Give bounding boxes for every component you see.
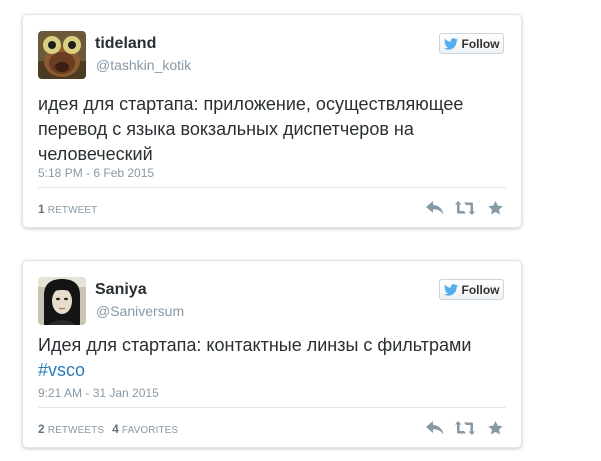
favorite-count: 4 — [112, 422, 119, 436]
favorite-icon[interactable] — [485, 420, 505, 436]
retweet-stat-label: RETWEETS — [47, 425, 105, 436]
retweet-count: 1 — [38, 202, 45, 216]
avatar[interactable] — [38, 277, 86, 325]
tweet-text: идея для стартапа: приложение, осуществл… — [38, 92, 503, 167]
favorite-stat-label: FAVORITES — [121, 425, 179, 436]
timestamp[interactable]: 9:21 AM - 31 Jan 2015 — [38, 386, 159, 400]
follow-button[interactable]: Follow — [439, 279, 504, 300]
tweet-stats: 1 RETWEET — [38, 202, 97, 216]
favorite-icon[interactable] — [485, 200, 505, 216]
twitter-bird-icon — [443, 283, 458, 296]
tweet-text: Идея для стартапа: контактные линзы с фи… — [38, 333, 503, 383]
retweet-stat[interactable]: 1 RETWEET — [38, 202, 97, 216]
follow-label: Follow — [461, 36, 500, 51]
screen-name[interactable]: @tashkin_kotik — [96, 57, 191, 73]
retweet-icon[interactable] — [455, 420, 475, 436]
tweet-card: tideland @tashkin_kotik Follow идея для … — [22, 14, 522, 228]
retweet-count: 2 — [38, 422, 45, 436]
tweet-stats: 2 RETWEETS 4 FAVORITES — [38, 422, 178, 436]
favorite-stat[interactable]: 4 FAVORITES — [112, 422, 178, 436]
tweet-actions — [425, 420, 505, 436]
display-name[interactable]: tideland — [95, 35, 156, 53]
avatar[interactable] — [38, 31, 86, 79]
retweet-stat[interactable]: 2 RETWEETS — [38, 422, 104, 436]
reply-icon[interactable] — [425, 420, 445, 436]
retweet-stat-label: RETWEET — [47, 205, 98, 216]
twitter-bird-icon — [443, 37, 458, 50]
divider — [38, 187, 506, 188]
timestamp[interactable]: 5:18 PM - 6 Feb 2015 — [38, 166, 154, 180]
tweet-actions — [425, 200, 505, 216]
reply-icon[interactable] — [425, 200, 445, 216]
follow-label: Follow — [461, 282, 500, 297]
follow-button[interactable]: Follow — [439, 33, 504, 54]
hashtag-link[interactable]: #vsco — [38, 360, 85, 380]
divider — [38, 407, 506, 408]
tweet-text-content: Идея для стартапа: контактные линзы с фи… — [38, 335, 472, 355]
screen-name[interactable]: @Saniversum — [96, 303, 184, 319]
tweet-text-content: идея для стартапа: приложение, осуществл… — [38, 94, 464, 164]
retweet-icon[interactable] — [455, 200, 475, 216]
tweet-card: Saniya @Saniversum Follow Идея для старт… — [22, 260, 522, 448]
display-name[interactable]: Saniya — [95, 281, 147, 299]
